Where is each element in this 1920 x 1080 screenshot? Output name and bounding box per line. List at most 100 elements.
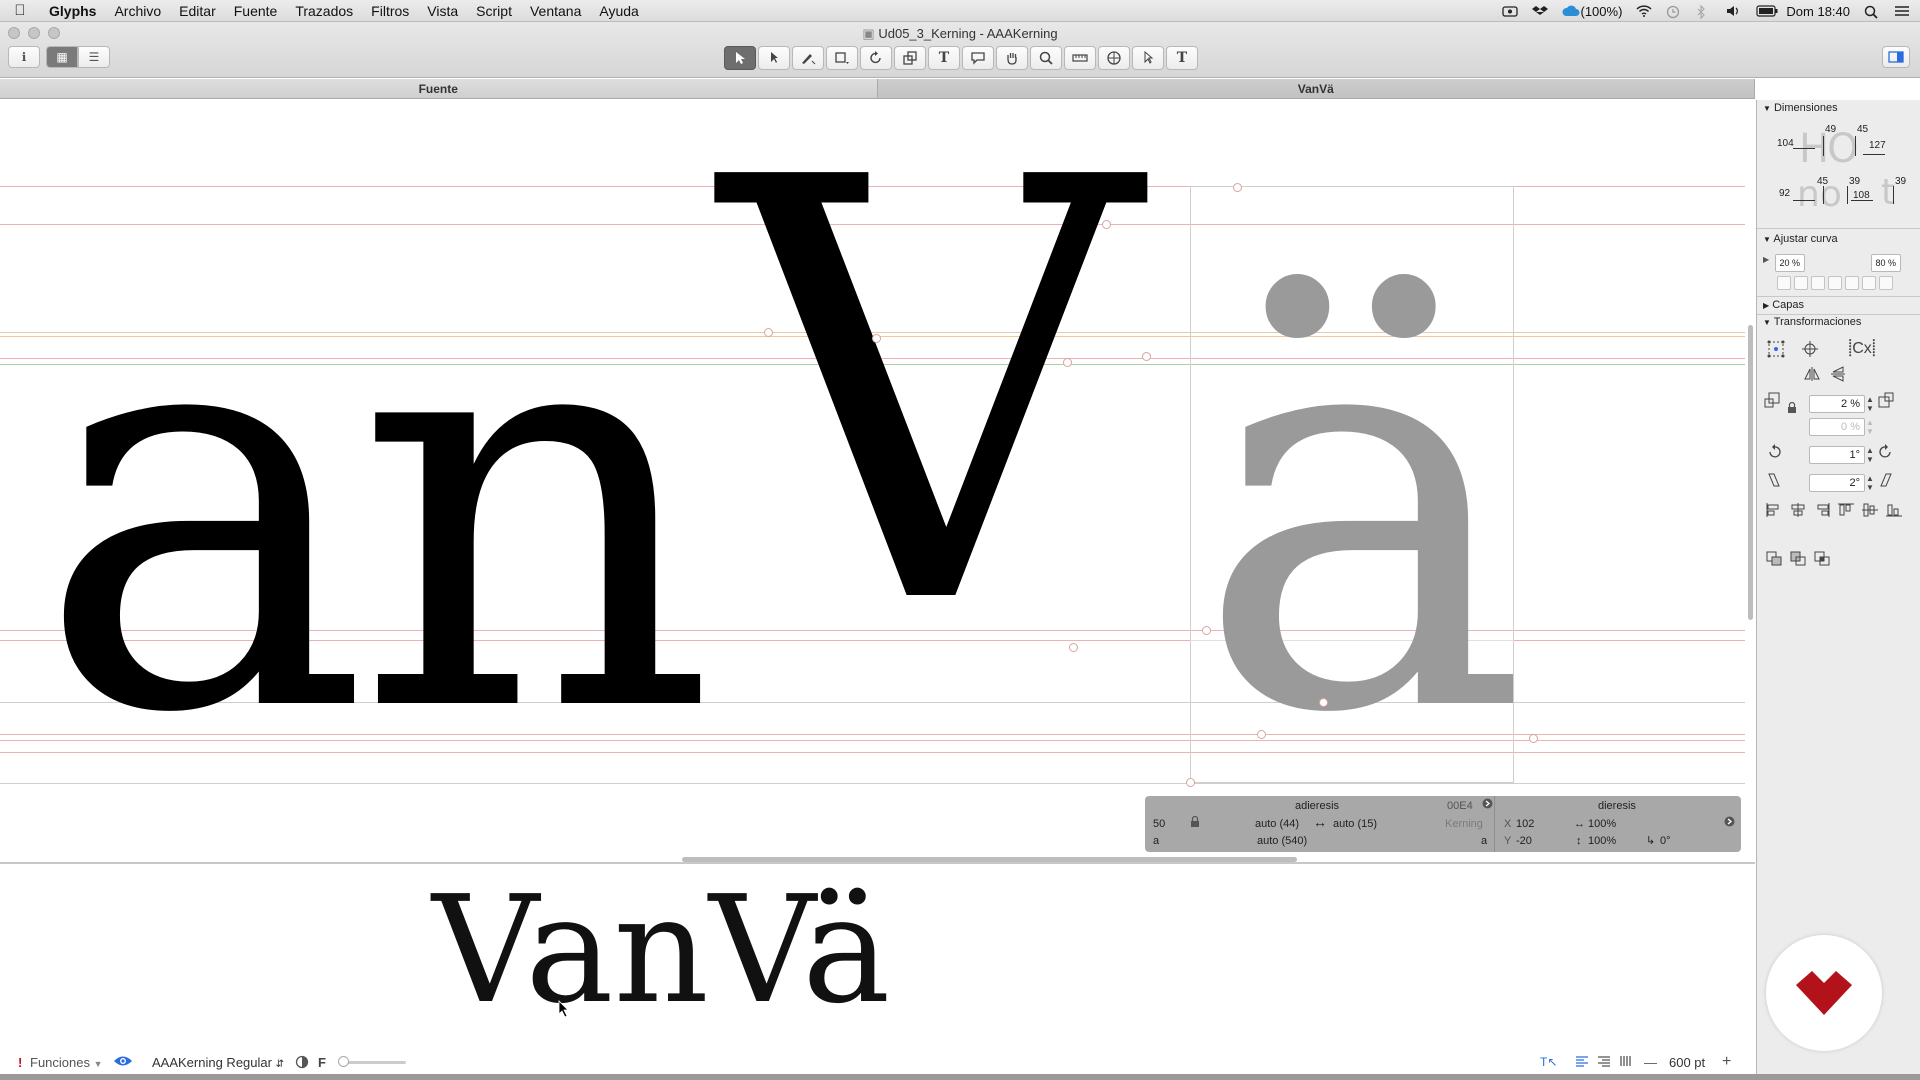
- component-options-icon[interactable]: [1724, 816, 1735, 832]
- dim-value[interactable]: 45: [1817, 176, 1828, 187]
- curve-preset-button[interactable]: [1879, 276, 1893, 290]
- curve-preset-button[interactable]: [1828, 276, 1842, 290]
- node-point[interactable]: [1319, 698, 1328, 707]
- zoom-size-field[interactable]: 600 pt: [1669, 1055, 1705, 1070]
- dim-value[interactable]: 39: [1849, 176, 1860, 187]
- rotate-tool-icon[interactable]: [860, 46, 892, 70]
- menubar-clock[interactable]: Dom 18:40: [1786, 4, 1850, 19]
- menu-trazados[interactable]: Trazados: [286, 3, 362, 19]
- preview-size-slider[interactable]: [340, 1061, 406, 1064]
- rotate-right-icon[interactable]: [1877, 444, 1895, 462]
- screen-record-icon[interactable]: [1502, 5, 1519, 17]
- scale-stepper[interactable]: ▲ ▼: [1865, 395, 1875, 413]
- glyph-V[interactable]: V: [720, 105, 1139, 685]
- align-right-icon[interactable]: [1597, 1055, 1611, 1070]
- union-icon[interactable]: [1765, 550, 1783, 569]
- metrics-link-icon[interactable]: ↔: [1313, 814, 1327, 830]
- horizontal-scale-field[interactable]: 100%: [1588, 816, 1616, 832]
- dim-value[interactable]: 108: [1853, 190, 1870, 201]
- dimensions-section-header[interactable]: ▼ Dimensiones: [1763, 102, 1838, 114]
- scale-y-stepper[interactable]: ▲ ▼: [1865, 418, 1875, 436]
- curve-preset-button[interactable]: [1811, 276, 1825, 290]
- node-point[interactable]: [1069, 643, 1078, 652]
- flip-horizontal-icon[interactable]: [1803, 366, 1821, 384]
- dim-value[interactable]: 127: [1869, 140, 1886, 151]
- node-point[interactable]: [1186, 778, 1195, 787]
- anchor-tool-icon[interactable]: [1132, 46, 1164, 70]
- vertical-layout-icon[interactable]: [1619, 1055, 1633, 1070]
- hand-tool-icon[interactable]: [996, 46, 1028, 70]
- menu-ayuda[interactable]: Ayuda: [590, 3, 647, 19]
- align-right-edges-icon[interactable]: [1813, 502, 1831, 521]
- custom-origin-icon[interactable]: ⸽Cx⸽: [1837, 340, 1887, 358]
- select-tool-icon[interactable]: [724, 46, 756, 70]
- slider-knob[interactable]: [338, 1056, 349, 1067]
- kerning-tool-icon[interactable]: [1098, 46, 1130, 70]
- slant-field[interactable]: 2°: [1809, 474, 1865, 492]
- time-machine-icon[interactable]: [1666, 5, 1682, 19]
- align-center-horizontal-icon[interactable]: [1789, 502, 1807, 521]
- layers-section-header[interactable]: ▶ Capas: [1763, 299, 1804, 311]
- grid-view-icon[interactable]: ▦: [46, 46, 78, 68]
- scale-tool-icon[interactable]: [894, 46, 926, 70]
- curve-preset-button[interactable]: [1845, 276, 1859, 290]
- menu-fuente[interactable]: Fuente: [225, 3, 287, 19]
- sidebearings-tool-icon[interactable]: 𝐓: [1166, 46, 1198, 70]
- align-top-edges-icon[interactable]: [1837, 502, 1855, 521]
- notification-center-icon[interactable]: [1894, 5, 1910, 17]
- y-position-field[interactable]: -20: [1516, 833, 1532, 849]
- rotation-field[interactable]: 0°: [1660, 833, 1671, 849]
- dim-value[interactable]: 45: [1857, 124, 1868, 135]
- vertical-scale-field[interactable]: 100%: [1588, 833, 1616, 849]
- cloud-battery-status[interactable]: (100%): [1562, 4, 1622, 19]
- curve-max-field[interactable]: 80 %: [1871, 254, 1901, 272]
- measurement-tool-icon[interactable]: [1064, 46, 1096, 70]
- align-bottom-edges-icon[interactable]: [1885, 502, 1903, 521]
- list-view-icon[interactable]: ☰: [78, 46, 110, 68]
- scale-up-icon[interactable]: [1877, 392, 1895, 410]
- glyph-adieresis[interactable]: ä: [1195, 230, 1529, 790]
- lock-icon[interactable]: [1783, 401, 1801, 420]
- advance-width-field[interactable]: auto (540): [1257, 833, 1307, 849]
- info-icon[interactable]: ℹ: [8, 46, 40, 68]
- dim-value[interactable]: 39: [1895, 176, 1906, 187]
- menu-editar[interactable]: Editar: [170, 3, 225, 19]
- width-field[interactable]: 50: [1153, 816, 1165, 832]
- dim-value[interactable]: 92: [1779, 188, 1790, 199]
- dropbox-icon[interactable]: [1532, 5, 1549, 17]
- align-center-vertical-icon[interactable]: [1861, 502, 1879, 521]
- curve-preset-button[interactable]: [1777, 276, 1791, 290]
- curve-preset-button[interactable]: [1862, 276, 1876, 290]
- rotate-field[interactable]: 1°: [1809, 446, 1865, 464]
- transform-section-header[interactable]: ▼ Transformaciones: [1763, 316, 1861, 328]
- menu-script[interactable]: Script: [467, 3, 521, 19]
- glyph-name-field[interactable]: adieresis: [1295, 798, 1339, 814]
- subtract-icon[interactable]: [1789, 550, 1807, 569]
- scale-icon[interactable]: [1763, 392, 1781, 410]
- eye-icon[interactable]: [113, 1054, 133, 1071]
- select-all-layers-tool-icon[interactable]: [758, 46, 790, 70]
- glyph-n[interactable]: n: [355, 230, 716, 790]
- tab-vanva[interactable]: VanVä: [877, 79, 1755, 98]
- node-point[interactable]: [1233, 183, 1242, 192]
- node-point[interactable]: [764, 328, 773, 337]
- vertical-scrollbar[interactable]: [1748, 325, 1753, 620]
- right-group-field[interactable]: a: [1481, 833, 1487, 849]
- node-point[interactable]: [1142, 352, 1151, 361]
- x-position-field[interactable]: 102: [1516, 816, 1534, 832]
- unicode-field[interactable]: 00E4: [1447, 798, 1473, 814]
- zoom-in-icon[interactable]: +: [1722, 1053, 1731, 1071]
- glyph-a[interactable]: a: [36, 230, 370, 790]
- dim-value[interactable]: 49: [1825, 124, 1836, 135]
- text-tool-icon[interactable]: T: [928, 46, 960, 70]
- primitives-tool-icon[interactable]: [826, 46, 858, 70]
- features-dropdown[interactable]: Funciones ▼: [30, 1055, 103, 1070]
- align-left-edges-icon[interactable]: [1765, 502, 1783, 521]
- left-sidebearing-field[interactable]: auto (44): [1255, 816, 1299, 832]
- contrast-icon[interactable]: [295, 1055, 309, 1072]
- curve-preset-button[interactable]: [1794, 276, 1808, 290]
- zoom-out-icon[interactable]: —: [1644, 1055, 1657, 1070]
- curve-min-field[interactable]: 20 %: [1775, 254, 1805, 272]
- curve-section-header[interactable]: ▼ Ajustar curva: [1763, 233, 1838, 245]
- node-point[interactable]: [1529, 734, 1538, 743]
